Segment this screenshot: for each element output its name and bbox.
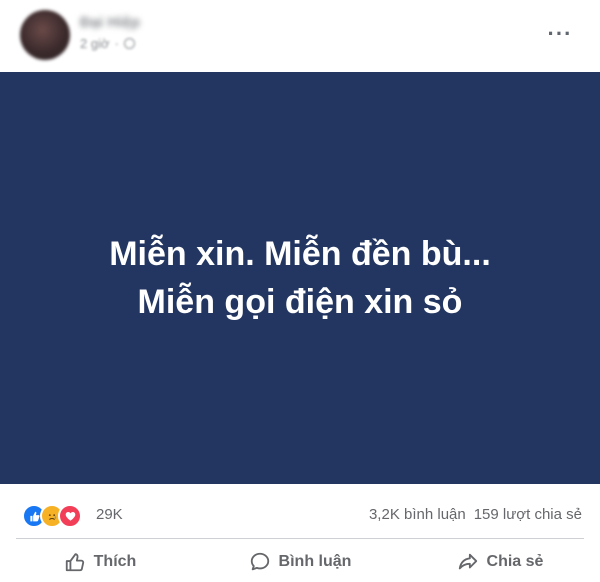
reaction-count[interactable]: 29K	[96, 506, 123, 523]
reaction-icons[interactable]	[22, 504, 82, 528]
post-actions: Thích Bình luận Chia sẻ	[0, 542, 600, 582]
actions-divider	[16, 538, 584, 539]
post-card: Đại Hiệp 2 giờ · ··· Miễn xin. Miễn đền …	[0, 0, 600, 582]
author-name[interactable]: Đại Hiệp	[80, 14, 140, 31]
post-time[interactable]: 2 giờ	[80, 36, 110, 51]
share-count[interactable]: 159 lượt chia sẻ	[474, 506, 582, 523]
status-background: Miễn xin. Miễn đền bù... Miễn gọi điện x…	[0, 72, 600, 484]
engagement-stats: 3,2K bình luận 159 lượt chia sẻ	[369, 506, 582, 523]
share-icon	[458, 553, 477, 570]
comment-icon	[250, 552, 269, 571]
post-meta: 2 giờ ·	[80, 36, 135, 51]
share-label: Chia sẻ	[486, 553, 544, 570]
post-stats: 29K 3,2K bình luận 159 lượt chia sẻ	[0, 496, 600, 532]
love-icon	[58, 504, 82, 528]
status-line-2: Miễn gọi điện xin sỏ	[137, 283, 463, 321]
comment-button[interactable]: Bình luận	[200, 542, 400, 582]
globe-icon	[123, 38, 135, 49]
comment-label: Bình luận	[278, 553, 352, 570]
status-line-1: Miễn xin. Miễn đền bù...	[109, 235, 491, 273]
post-header: Đại Hiệp 2 giờ · ···	[0, 0, 600, 72]
author-avatar[interactable]	[20, 10, 70, 60]
share-button[interactable]: Chia sẻ	[400, 542, 600, 582]
more-icon: ···	[547, 21, 573, 46]
more-options-button[interactable]: ···	[542, 21, 578, 46]
thumbs-up-icon	[65, 553, 84, 572]
comment-count[interactable]: 3,2K bình luận	[369, 506, 466, 523]
like-button[interactable]: Thích	[0, 542, 200, 582]
like-label: Thích	[93, 553, 137, 570]
